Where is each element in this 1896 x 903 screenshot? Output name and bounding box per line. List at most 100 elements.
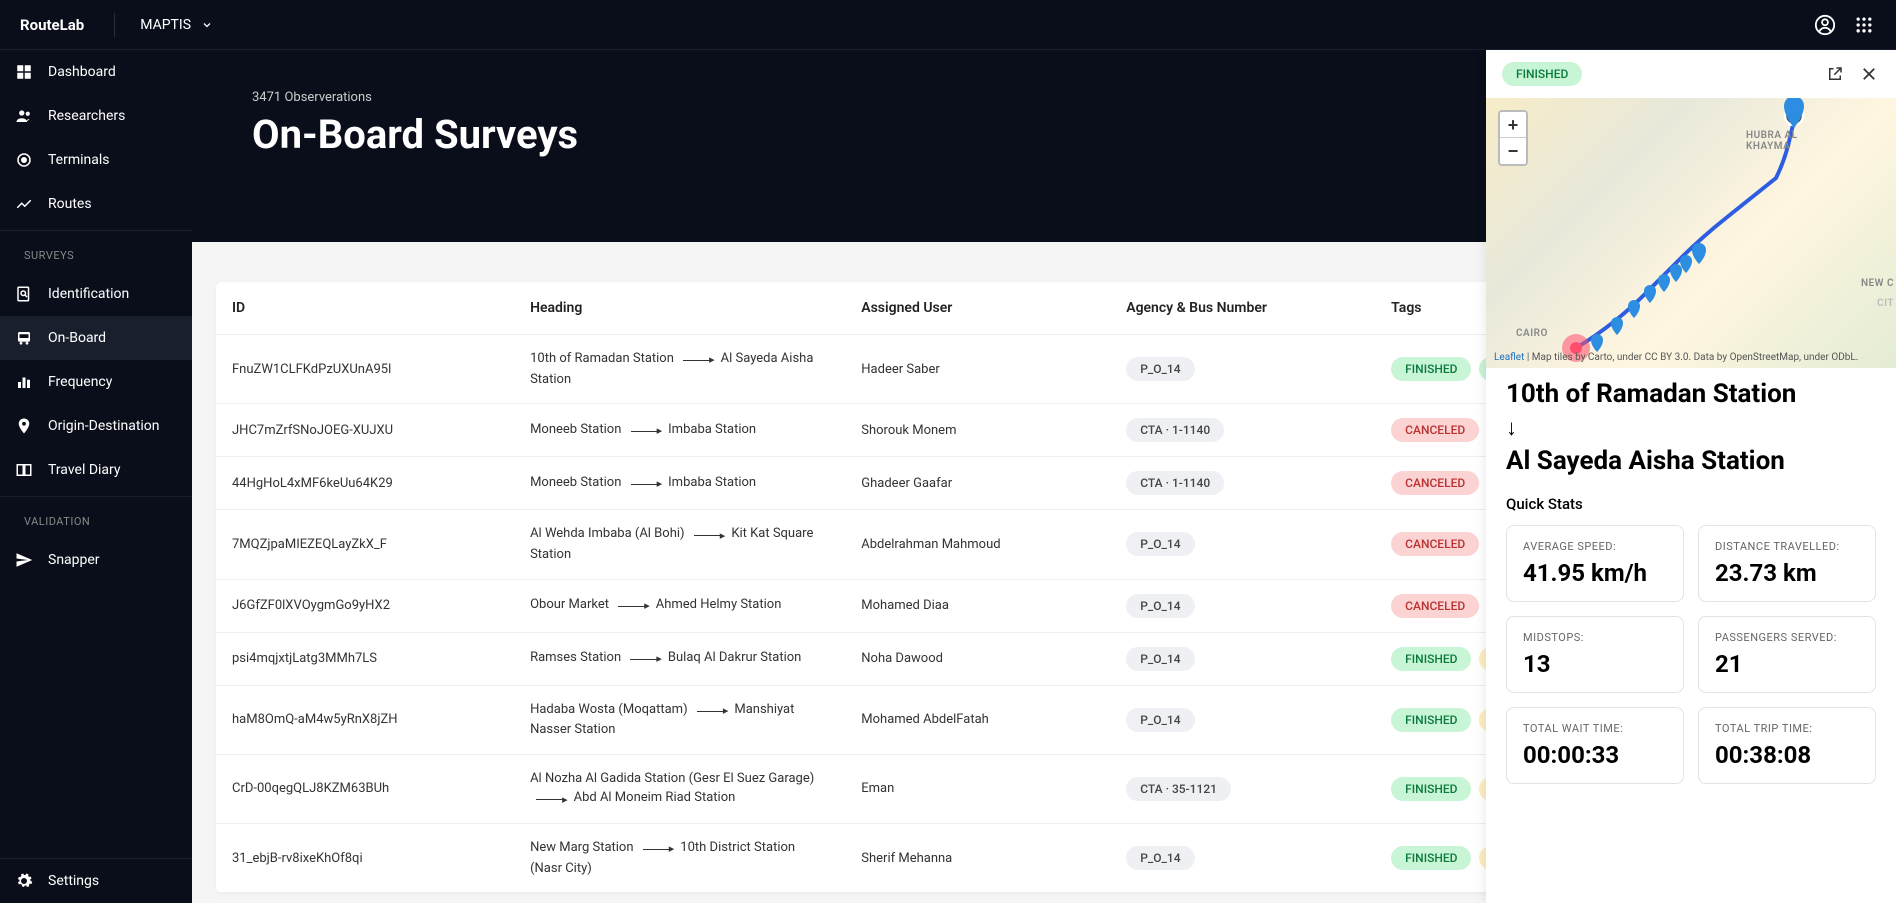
sidebar-item-frequency[interactable]: Frequency <box>0 360 192 404</box>
section-validation: VALIDATION <box>0 501 192 538</box>
agency-pill: P_O_14 <box>1126 846 1194 870</box>
cell-heading: 10th of Ramadan Station ▸Al Sayeda Aisha… <box>514 335 845 404</box>
sidebar-item-identification[interactable]: Identification <box>0 272 192 316</box>
sidebar-label: Routes <box>48 196 92 212</box>
sidebar-item-researchers[interactable]: Researchers <box>0 94 192 138</box>
account-icon[interactable] <box>1813 13 1837 37</box>
arrow-icon: ▸ <box>697 703 729 720</box>
book-icon <box>14 461 34 479</box>
cell-id: 44HgHoL4xMF6keUu64K29 <box>216 457 514 510</box>
sidebar-label: Snapper <box>48 552 100 568</box>
map-zoom-control: + − <box>1498 110 1528 166</box>
detail-status-badge: FINISHED <box>1502 62 1582 86</box>
gear-icon <box>14 872 34 890</box>
col-agency[interactable]: Agency & Bus Number <box>1110 282 1375 335</box>
tag-canceled: CANCELED <box>1391 418 1479 442</box>
dashboard-icon <box>14 63 34 81</box>
sidebar-label: Origin-Destination <box>48 418 160 434</box>
arrow-icon: ▸ <box>536 792 568 809</box>
divider <box>0 496 192 497</box>
arrow-icon: ▸ <box>631 476 663 493</box>
sidebar-label: Researchers <box>48 108 125 124</box>
map-attribution: Leaflet | Map tiles by Carto, under CC B… <box>1486 347 1896 368</box>
cell-id: 31_ebjB-rv8ixeKhOf8qi <box>216 824 514 893</box>
cell-agency: P_O_14 <box>1110 632 1375 685</box>
map-label-shubra: HUBRA AL KHAYMA <box>1746 130 1826 152</box>
arrow-icon: ▸ <box>630 651 662 668</box>
page-title: On-Board Surveys <box>252 111 578 158</box>
stat-value: 00:38:08 <box>1715 741 1859 769</box>
sidebar-item-od[interactable]: Origin-Destination <box>0 404 192 448</box>
project-selector[interactable]: MAPTIS <box>140 17 213 33</box>
cell-user: Noha Dawood <box>845 632 1110 685</box>
detail-panel: FINISHED + − <box>1486 50 1896 903</box>
stat-key: DISTANCE TRAVELLED: <box>1715 540 1859 553</box>
sidebar-item-onboard[interactable]: On-Board <box>0 316 192 360</box>
divider <box>114 13 115 37</box>
agency-pill: CTA · 1-1140 <box>1126 471 1224 495</box>
stat-value: 13 <box>1523 650 1667 678</box>
cell-user: Shorouk Monem <box>845 404 1110 457</box>
stat-value: 00:00:33 <box>1523 741 1667 769</box>
leaflet-link[interactable]: Leaflet <box>1494 352 1524 363</box>
cell-heading: New Marg Station ▸10th District Station … <box>514 824 845 893</box>
close-icon[interactable] <box>1858 63 1880 85</box>
cell-user: Ghadeer Gaafar <box>845 457 1110 510</box>
sidebar-item-settings[interactable]: Settings <box>0 859 192 903</box>
cell-agency: CTA · 1-1140 <box>1110 457 1375 510</box>
tag-finished: FINISHED <box>1391 846 1471 870</box>
stat-key: TOTAL WAIT TIME: <box>1523 722 1667 735</box>
stat-card: MIDSTOPS:13 <box>1506 616 1684 693</box>
col-assigned[interactable]: Assigned User <box>845 282 1110 335</box>
zoom-in-button[interactable]: + <box>1500 112 1526 138</box>
map-label-cairo: CAIRO <box>1516 328 1548 339</box>
sidebar-label: Identification <box>48 286 129 302</box>
apps-icon[interactable] <box>1852 13 1876 37</box>
sidebar-item-dashboard[interactable]: Dashboard <box>0 50 192 94</box>
bus-icon <box>14 329 34 347</box>
cell-user: Abdelrahman Mahmoud <box>845 510 1110 579</box>
stat-card: TOTAL WAIT TIME: 00:00:33 <box>1506 707 1684 784</box>
sidebar-label: Frequency <box>48 374 112 390</box>
cell-agency: P_O_14 <box>1110 824 1375 893</box>
tag-canceled: CANCELED <box>1391 532 1479 556</box>
cell-user: Mohamed Diaa <box>845 579 1110 632</box>
sidebar-item-snapper[interactable]: Snapper <box>0 538 192 582</box>
cell-heading: Al Nozha Al Gadida Station (Gesr El Suez… <box>514 754 845 823</box>
arrow-icon: ▸ <box>643 841 675 858</box>
cell-agency: CTA · 1-1140 <box>1110 404 1375 457</box>
bar-chart-icon <box>14 373 34 391</box>
map[interactable]: + − CAIRO HUBRA AL KHAYMA NEW C CIT <box>1486 98 1896 368</box>
cell-heading: Moneeb Station ▸Imbaba Station <box>514 457 845 510</box>
agency-pill: CTA · 35-1121 <box>1126 777 1231 801</box>
cell-heading: Ramses Station ▸Bulaq Al Dakrur Station <box>514 632 845 685</box>
col-heading[interactable]: Heading <box>514 282 845 335</box>
tag-canceled: CANCELED <box>1391 471 1479 495</box>
agency-pill: CTA · 1-1140 <box>1126 418 1224 442</box>
stat-value: 41.95 km/h <box>1523 559 1667 587</box>
sidebar-item-routes[interactable]: Routes <box>0 182 192 226</box>
sidebar-label: Terminals <box>48 152 110 168</box>
cell-heading: Moneeb Station ▸Imbaba Station <box>514 404 845 457</box>
cell-agency: P_O_14 <box>1110 335 1375 404</box>
down-arrow-icon: ↓ <box>1506 415 1876 441</box>
sidebar-item-traveldiary[interactable]: Travel Diary <box>0 448 192 492</box>
arrow-icon: ▸ <box>618 598 650 615</box>
people-icon <box>14 107 34 125</box>
cell-id: psi4mqjxtjLatg3MMh7LS <box>216 632 514 685</box>
sidebar-item-terminals[interactable]: Terminals <box>0 138 192 182</box>
stat-card: DISTANCE TRAVELLED:23.73 km <box>1698 525 1876 602</box>
cell-agency: CTA · 35-1121 <box>1110 754 1375 823</box>
stat-key: TOTAL TRIP TIME: <box>1715 722 1859 735</box>
col-id[interactable]: ID <box>216 282 514 335</box>
zoom-out-button[interactable]: − <box>1500 138 1526 164</box>
section-surveys: SURVEYS <box>0 235 192 272</box>
open-external-icon[interactable] <box>1824 63 1846 85</box>
project-name: MAPTIS <box>140 17 191 33</box>
route-from: 10th of Ramadan Station <box>1506 378 1876 411</box>
tag-finished: FINISHED <box>1391 647 1471 671</box>
cell-id: JHC7mZrfSNoJOEG-XUJXU <box>216 404 514 457</box>
quick-stats-heading: Quick Stats <box>1506 495 1876 513</box>
sidebar-label: On-Board <box>48 330 106 346</box>
cell-id: J6GfZF0lXVOygmGo9yHX2 <box>216 579 514 632</box>
